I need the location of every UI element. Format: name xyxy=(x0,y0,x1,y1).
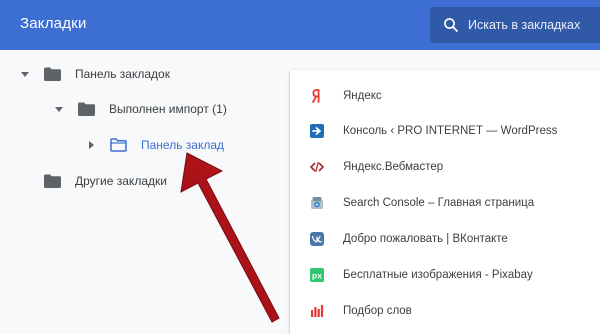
search-box[interactable] xyxy=(430,7,600,43)
arrow-right-icon xyxy=(310,124,324,138)
tree-item-label: Панель закладок xyxy=(75,67,170,81)
folder-tree: Панель закладок Выполнен импорт (1) Пане… xyxy=(0,50,290,334)
bar-chart-icon xyxy=(310,304,324,318)
bookmark-list: Яндекс Консоль ‹ PRO INTERNET — WordPres… xyxy=(290,70,600,334)
pixabay-icon: px xyxy=(310,268,324,282)
search-icon[interactable] xyxy=(443,17,459,33)
bookmark-row[interactable]: Яндекс xyxy=(290,78,600,114)
bookmark-row[interactable]: Подбор слов xyxy=(290,293,600,329)
caret-right-icon[interactable] xyxy=(84,138,98,152)
bookmark-row[interactable]: Консоль ‹ PRO INTERNET — WordPress xyxy=(290,113,600,149)
folder-icon xyxy=(44,174,61,188)
tree-item-label: Панель заклад xyxy=(141,138,225,152)
bookmark-title: Консоль ‹ PRO INTERNET — WordPress xyxy=(343,125,558,137)
tree-item-bookmarks-bar[interactable]: Панель закладок xyxy=(18,62,170,86)
code-icon xyxy=(310,160,324,174)
folder-icon xyxy=(78,102,95,116)
bookmark-row[interactable]: px Бесплатные изображения - Pixabay xyxy=(290,257,600,293)
app-header: Закладки xyxy=(0,0,600,50)
bookmark-row[interactable]: Добро пожаловать | ВКонтакте xyxy=(290,221,600,257)
bookmark-title: Яндекс xyxy=(343,90,382,102)
bookmark-title: Search Console – Главная страница xyxy=(343,197,535,209)
bookmark-row[interactable]: Search Console – Главная страница xyxy=(290,185,600,221)
tree-item-label: Другие закладки xyxy=(75,174,167,188)
tree-item-other-bookmarks[interactable]: Другие закладки xyxy=(18,169,167,193)
search-console-icon xyxy=(310,196,324,210)
tree-item-bookmarks-bar-imported[interactable]: Панель заклад xyxy=(84,133,224,157)
tree-item-label: Выполнен импорт (1) xyxy=(109,102,227,116)
caret-down-icon[interactable] xyxy=(18,67,32,81)
yandex-icon xyxy=(310,89,324,103)
folder-outline-icon xyxy=(110,138,127,152)
caret-down-icon[interactable] xyxy=(52,102,66,116)
bookmark-title: Яндекс.Вебмастер xyxy=(343,161,444,173)
bookmark-title: Бесплатные изображения - Pixabay xyxy=(343,269,533,281)
bookmark-title: Добро пожаловать | ВКонтакте xyxy=(343,233,508,245)
search-input[interactable] xyxy=(468,7,598,43)
bookmark-title: Подбор слов xyxy=(343,305,412,317)
svg-text:px: px xyxy=(312,271,322,281)
app-title: Закладки xyxy=(20,15,87,32)
tree-item-imported[interactable]: Выполнен импорт (1) xyxy=(52,97,227,121)
bookmark-row[interactable]: Яндекс.Вебмастер xyxy=(290,149,600,185)
vk-icon xyxy=(310,232,324,246)
folder-icon xyxy=(44,67,61,81)
